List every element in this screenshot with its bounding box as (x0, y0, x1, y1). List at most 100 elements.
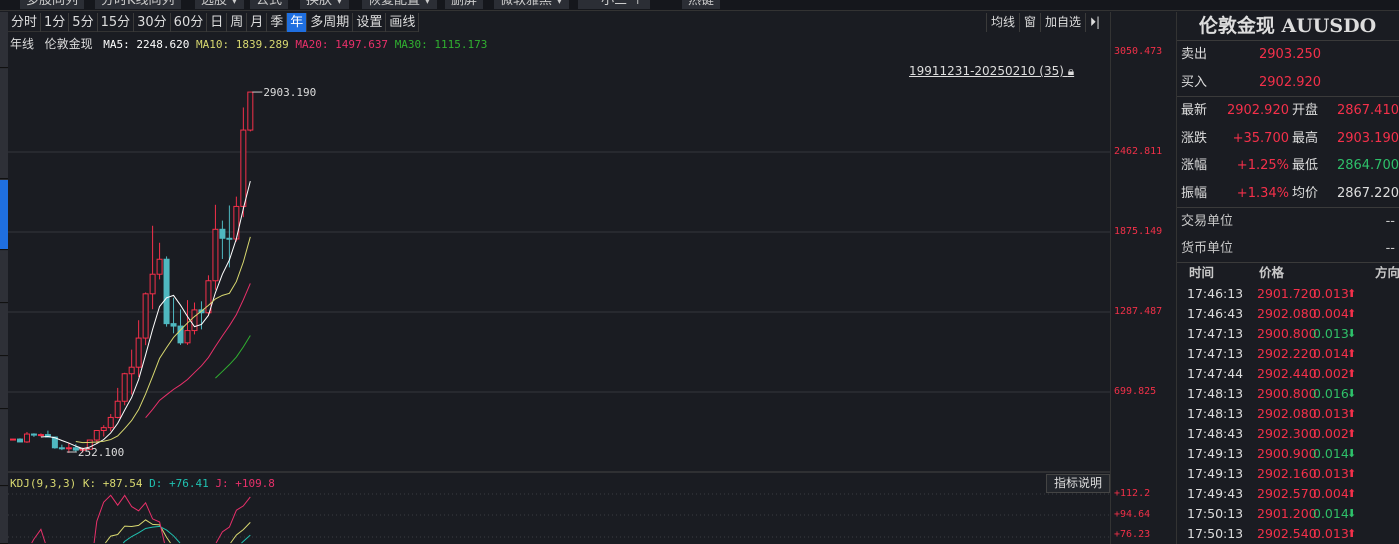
candle-2021[interactable] (219, 220, 226, 259)
candle-2014[interactable] (170, 297, 177, 334)
arrow-up-icon: ⬆ (1347, 287, 1357, 300)
stat-value: +1.25% (1236, 158, 1289, 173)
tick-price: 2902.080 (1257, 306, 1317, 321)
candle-1999[interactable] (65, 442, 72, 453)
candle-2011[interactable] (149, 225, 156, 310)
tick-volume: 0.004 (1313, 306, 1349, 321)
kdj-info: KDJ(9,3,3) K: +87.54 D: +76.41 J: +109.8 (10, 477, 275, 490)
candle-1995[interactable] (37, 433, 44, 437)
tick-price: 2902.160 (1257, 466, 1317, 481)
candle-2013[interactable] (163, 256, 170, 327)
candle-2004[interactable] (100, 425, 107, 437)
kdj-j: J: +109.8 (215, 477, 275, 490)
tick-volume: 0.013 (1313, 526, 1349, 541)
tick-row: 17:50:13 2901.200 0.014 ⬇ (1177, 504, 1399, 523)
kdj-d-line (241, 534, 251, 544)
candle-2008[interactable] (128, 349, 135, 395)
tick-time: 17:49:13 (1187, 446, 1244, 461)
tick-time: 17:47:13 (1187, 346, 1244, 361)
candle-2023[interactable] (233, 196, 240, 242)
candle-1991[interactable] (10, 438, 16, 441)
tick-row: 17:50:13 2902.540 0.013 ⬆ (1177, 524, 1399, 543)
stat-value: 2902.920 (1226, 103, 1289, 118)
tick-time: 17:47:13 (1187, 326, 1244, 341)
tick-time: 17:49:13 (1187, 466, 1244, 481)
tick-row: 17:46:43 2902.080 0.004 ⬆ (1177, 304, 1399, 323)
candle-2009[interactable] (135, 320, 142, 378)
tick-row: 17:48:13 2902.080 0.013 ⬆ (1177, 404, 1399, 423)
stat-row: 涨幅 +1.25% 最低 2864.700 (1181, 152, 1399, 179)
quote-panel: 卖出 2903.250 买入 2902.920 最新 2902.920 开盘 2867.4… (1176, 12, 1399, 544)
price-axis: 3050.473 2462.811 1875.149 1287.487 699.… (1110, 12, 1170, 544)
tick-time: 17:48:13 (1187, 406, 1244, 421)
kline-chart[interactable]: 2903.190 252.100 (0, 0, 1110, 544)
tick-price: 2900.800 (1257, 386, 1317, 401)
trade-unit-row: 交易单位 -- (1181, 214, 1395, 229)
tick-time: 17:50:13 (1187, 506, 1244, 521)
tick-row: 17:46:13 2901.720 0.013 ⬆ (1177, 284, 1399, 303)
tick-price: 2902.540 (1257, 526, 1317, 541)
axis-label: 699.825 (1114, 386, 1157, 397)
arrow-up-icon: ⬆ (1347, 527, 1357, 540)
buy-price: 2902.920 (1259, 75, 1322, 90)
tick-header-cell: 方向 (1375, 265, 1399, 280)
arrow-up-icon: ⬆ (1347, 367, 1357, 380)
tick-row: 17:48:43 2902.300 0.002 ⬆ (1177, 424, 1399, 443)
stat-row: 最新 2902.920 开盘 2867.410 (1181, 97, 1399, 124)
axis-label: 1875.149 (1114, 226, 1163, 237)
kdj-d: D: +76.41 (149, 477, 209, 490)
tick-row: 17:47:13 2900.800 0.013 ⬇ (1177, 324, 1399, 343)
tick-row: 17:47:44 2902.440 0.002 ⬆ (1177, 364, 1399, 383)
stat-label: 最低 (1292, 158, 1319, 173)
candle-2015[interactable] (177, 309, 184, 345)
axis-label: 2462.811 (1114, 146, 1163, 157)
candle-1993[interactable] (23, 431, 30, 443)
candle-1994[interactable] (30, 433, 37, 437)
kdj-j-line (215, 496, 251, 544)
tick-price: 2902.570 (1257, 486, 1317, 501)
tick-header-cell: 时间 (1189, 265, 1215, 280)
stat-value: 2867.220 (1336, 185, 1399, 201)
axis-label: 3050.473 (1114, 46, 1163, 57)
candle-2020[interactable] (212, 204, 219, 290)
stat-value: +35.700 (1232, 130, 1289, 146)
stat-value: 2903.190 (1336, 130, 1399, 146)
tick-price: 2902.440 (1257, 366, 1317, 381)
candle-1998[interactable] (58, 444, 65, 451)
candle-1992[interactable] (16, 438, 23, 443)
candle-2005[interactable] (107, 414, 114, 432)
tick-volume: 0.013 (1313, 406, 1349, 421)
kdj-axis-label: +76.23 (1114, 529, 1151, 540)
tick-header-cell: 价格 (1259, 265, 1285, 280)
candle-2007[interactable] (121, 372, 128, 406)
tick-price: 2902.220 (1257, 346, 1317, 361)
kdj-k: K: +87.54 (82, 477, 143, 490)
high-label: 2903.190 (263, 86, 316, 99)
axis-label: 1287.487 (1114, 306, 1163, 317)
stat-label: 最高 (1292, 130, 1319, 146)
tick-volume: 0.013 (1313, 326, 1349, 341)
tick-volume: 0.004 (1313, 486, 1349, 501)
tick-row: 17:49:43 2902.570 0.004 ⬆ (1177, 484, 1399, 503)
tick-time: 17:48:43 (1187, 426, 1244, 441)
candle-2012[interactable] (156, 242, 163, 280)
stat-label: 均价 (1292, 185, 1319, 201)
stat-value: 2864.700 (1336, 158, 1399, 173)
tick-header: 时间 价格 方向 (1177, 263, 1399, 282)
indicator-explain-button[interactable]: 指标说明 (1046, 474, 1110, 493)
sell-price: 2903.250 (1259, 47, 1322, 62)
low-label: 252.100 (78, 446, 124, 459)
candle-2025[interactable] (247, 91, 254, 132)
arrow-down-icon: ⬇ (1347, 447, 1357, 460)
candle-2022[interactable] (226, 205, 233, 268)
ma10-line (75, 236, 251, 444)
tick-row: 17:47:13 2902.220 0.014 ⬆ (1177, 344, 1399, 363)
tick-time: 17:48:13 (1187, 386, 1244, 401)
tick-price: 2901.720 (1257, 286, 1317, 301)
stat-row: 涨跌 +35.700 最高 2903.190 (1181, 125, 1399, 152)
tick-price: 2900.900 (1257, 446, 1317, 461)
tick-volume: 0.016 (1313, 386, 1349, 401)
kdj-axis-label: +94.64 (1114, 509, 1151, 520)
candle-2010[interactable] (142, 292, 149, 346)
arrow-up-icon: ⬆ (1347, 347, 1357, 360)
